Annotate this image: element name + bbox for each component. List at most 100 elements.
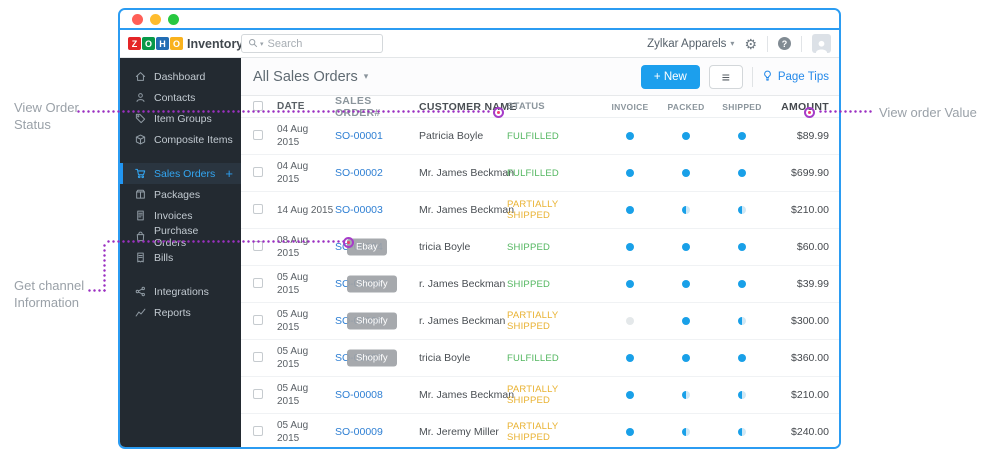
row-checkbox[interactable]	[253, 426, 263, 436]
shipped-status-dot	[738, 132, 746, 140]
order-date: 05 Aug 2015	[277, 420, 309, 444]
divider	[751, 66, 753, 87]
invoice-status-dot	[626, 280, 634, 288]
search-input[interactable]: ▾ Search	[241, 34, 383, 53]
customer-name: Mr. James Beckman	[419, 167, 515, 179]
annotation-text: View Order	[14, 100, 79, 115]
row-checkbox[interactable]	[253, 167, 263, 177]
sidebar-item-contacts[interactable]: Contacts	[120, 87, 241, 108]
order-amount: $210.00	[791, 204, 829, 216]
sidebar-item-composite-items[interactable]: Composite Items	[120, 129, 241, 150]
packed-status-dot	[682, 428, 690, 436]
order-link[interactable]: SO-00001	[335, 130, 383, 142]
row-checkbox[interactable]	[253, 315, 263, 325]
org-selector[interactable]: Zylkar Apparels ▾	[647, 38, 734, 50]
invoice-status-dot	[626, 243, 634, 251]
order-link[interactable]: SO-00002	[335, 167, 383, 179]
order-amount: $300.00	[791, 315, 829, 327]
new-button[interactable]: + New	[640, 64, 700, 89]
table-row[interactable]: 05 Aug2015SO-00006Shopifyr. James Beckma…	[241, 303, 839, 340]
traffic-light-zoom[interactable]	[168, 13, 179, 25]
sidebar-item-reports[interactable]: Reports	[120, 302, 241, 323]
sidebar-item-label: Integrations	[154, 285, 209, 298]
annotation-view-order-status: View Order Status	[14, 99, 79, 133]
table-row[interactable]: 05 Aug 2015 SO-00009 Mr. Jeremy Miller PARTI…	[241, 414, 839, 447]
packed-status-dot	[682, 243, 690, 251]
item-groups-icon	[135, 113, 146, 124]
window-titlebar	[120, 10, 839, 30]
list-title-dropdown[interactable]: All Sales Orders ▾	[253, 69, 368, 85]
sidebar-item-integrations[interactable]: Integrations	[120, 281, 241, 302]
order-link[interactable]: SO-00008	[335, 389, 383, 401]
invoice-status-dot	[626, 206, 634, 214]
order-link[interactable]: SO-00003	[335, 204, 383, 216]
integrations-icon	[135, 286, 146, 297]
annotation-dotted-line-status	[76, 110, 492, 113]
sidebar-item-bills[interactable]: Bills	[120, 247, 241, 268]
sidebar-item-purchase-orders[interactable]: Purchase Orders	[120, 225, 241, 249]
sidebar-group: Sales Orders + Packages Invoices Purchase Or…	[120, 163, 241, 268]
help-icon[interactable]: ?	[778, 37, 791, 50]
column-header-invoice[interactable]: INVOICE	[602, 102, 658, 112]
table-row[interactable]: 05 Aug2015SO-00007Shopifytricia BoyleFUL…	[241, 340, 839, 377]
table-body: 04 Aug 2015 SO-00001 Patricia Boyle FULFILLE…	[241, 118, 839, 447]
zoho-logo[interactable]: ZOHO Inventory ▾	[120, 37, 250, 51]
traffic-light-minimize[interactable]	[150, 13, 161, 25]
page-tips-label: Page Tips	[777, 70, 829, 83]
table-row[interactable]: 05 Aug2015SO-00005Shopifyr. James Beckma…	[241, 266, 839, 303]
page-tips-button[interactable]: Page Tips	[762, 70, 829, 84]
sidebar-item-dashboard[interactable]: Dashboard	[120, 66, 241, 87]
order-date: 04 Aug 2015	[277, 161, 309, 185]
table-row[interactable]: 14 Aug 2015 SO-00003 Mr. James Beckman PART…	[241, 192, 839, 229]
customer-name: tricia Boyle	[419, 241, 471, 253]
shipped-status-dot	[738, 243, 746, 251]
order-amount: $210.00	[791, 389, 829, 401]
shipped-status-dot	[738, 354, 746, 362]
avatar[interactable]	[812, 34, 831, 53]
customer-name: r. James Beckman	[419, 315, 506, 327]
invoice-status-dot	[626, 354, 634, 362]
sidebar-item-label: Bills	[154, 251, 174, 264]
annotation-dotted-line-amount	[818, 110, 874, 113]
column-header-sales-order-[interactable]: SALES ORDER#	[335, 95, 419, 119]
row-checkbox[interactable]	[253, 204, 263, 214]
order-date: 05 Aug 2015	[277, 272, 309, 296]
order-amount: $89.99	[796, 130, 829, 142]
column-header-packed[interactable]: PACKED	[658, 102, 714, 112]
row-checkbox[interactable]	[253, 130, 263, 140]
select-all-checkbox[interactable]	[253, 100, 263, 111]
search-scope-chevron-icon[interactable]: ▾	[260, 40, 264, 48]
row-checkbox[interactable]	[253, 389, 263, 399]
shipped-status-dot	[738, 169, 746, 177]
app-window: ZOHO Inventory ▾ ▾ Search Zylkar Apparel…	[118, 8, 841, 449]
table-row[interactable]: 05 Aug 2015 SO-00008 Mr. James Beckman PARTI…	[241, 377, 839, 414]
table-row[interactable]: 08 Aug2015SO-00004Ebaytricia BoyleSHIPPE…	[241, 229, 839, 266]
column-header-status[interactable]: STATUS	[507, 101, 602, 112]
sales-orders-icon	[135, 168, 146, 179]
table-row[interactable]: 04 Aug 2015 SO-00002 Mr. James Beckman FULFI…	[241, 155, 839, 192]
row-checkbox[interactable]	[253, 278, 263, 288]
list-view-menu-button[interactable]: ≡	[708, 64, 743, 89]
add-sales-order-button[interactable]: +	[225, 166, 233, 181]
sidebar-item-packages[interactable]: Packages	[120, 184, 241, 205]
status-badge: SHIPPED	[507, 278, 551, 290]
sidebar-item-sales-orders[interactable]: Sales Orders +	[120, 163, 241, 184]
customer-name: Patricia Boyle	[419, 130, 484, 142]
zoho-logo-tiles: ZOHO	[128, 37, 183, 50]
annotation-text: Get channel	[14, 278, 85, 293]
chevron-down-icon: ▾	[730, 39, 735, 48]
gear-icon[interactable]: ⚙	[744, 37, 757, 51]
chevron-down-icon: ▾	[363, 71, 369, 81]
channel-tag: Shopify	[347, 275, 397, 293]
packed-status-dot	[682, 317, 690, 325]
order-amount: $699.90	[791, 167, 829, 179]
column-header-shipped[interactable]: SHIPPED	[714, 102, 770, 112]
table-row[interactable]: 04 Aug 2015 SO-00001 Patricia Boyle FULFILLE…	[241, 118, 839, 155]
traffic-light-close[interactable]	[132, 13, 143, 25]
search-placeholder: Search	[267, 37, 303, 50]
annotation-text: Status	[14, 117, 51, 132]
order-link[interactable]: SO-00009	[335, 426, 383, 438]
sidebar-item-invoices[interactable]: Invoices	[120, 205, 241, 226]
order-amount: $39.99	[796, 278, 829, 290]
row-checkbox[interactable]	[253, 352, 263, 362]
